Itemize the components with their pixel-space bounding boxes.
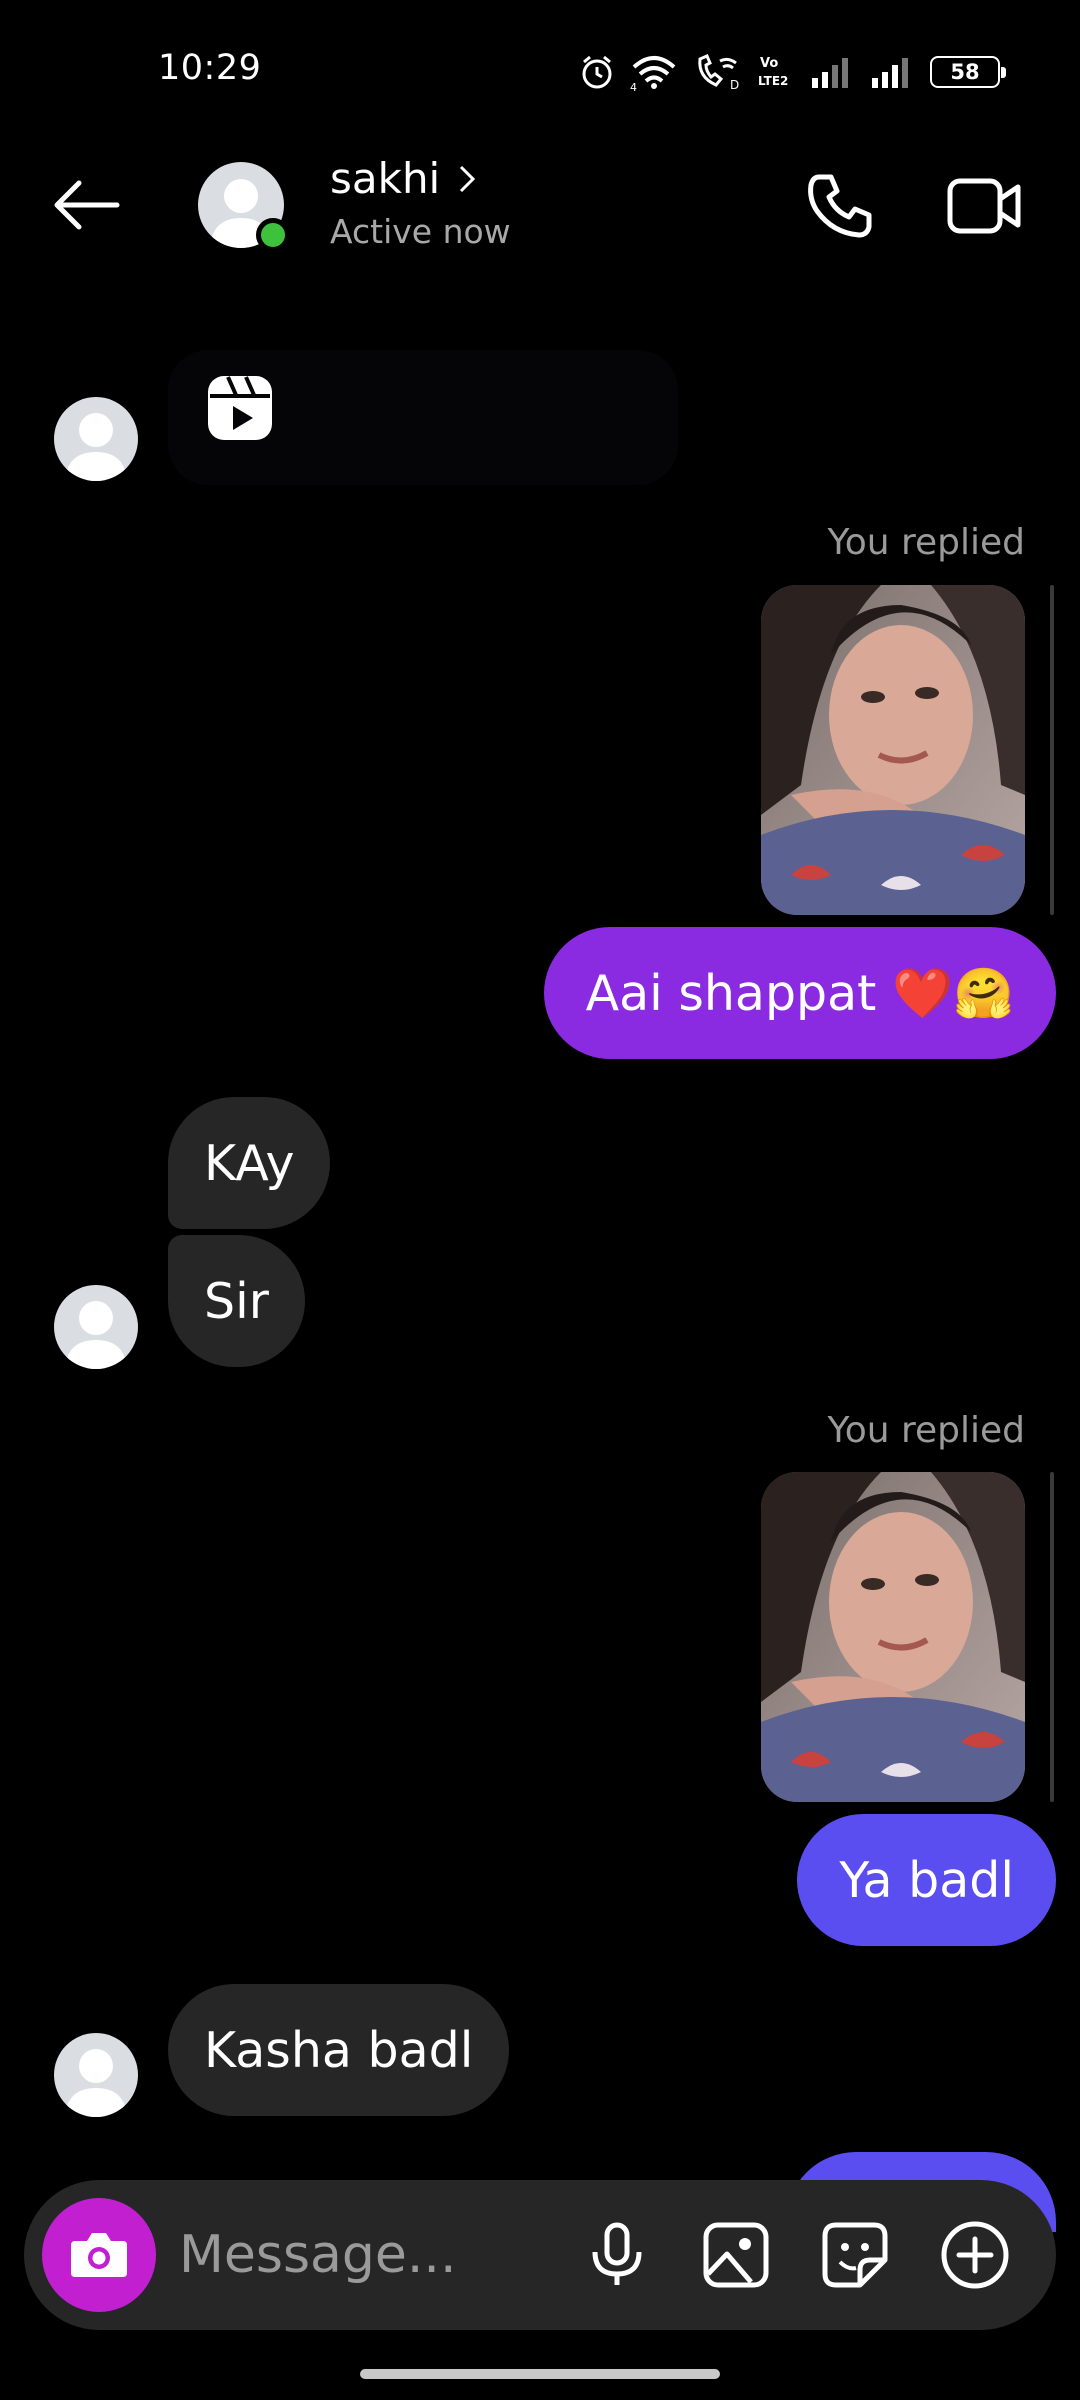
reply-indicator-bar xyxy=(1050,1472,1054,1802)
story-photo xyxy=(761,585,1025,915)
video-call-button[interactable] xyxy=(940,166,1030,246)
status-icons: 4 D Vo LTE2 58 xyxy=(580,50,1006,94)
shared-reel-message[interactable] xyxy=(168,350,678,485)
home-indicator[interactable] xyxy=(360,2369,720,2379)
sender-avatar[interactable] xyxy=(54,1285,138,1369)
replied-story-thumbnail[interactable] xyxy=(761,1472,1025,1802)
sticker-button[interactable] xyxy=(808,2208,902,2302)
battery-icon: 58 xyxy=(930,56,1006,88)
reply-label: You replied xyxy=(827,1410,1025,1451)
message-input[interactable] xyxy=(179,2210,579,2300)
gallery-icon xyxy=(703,2222,769,2288)
wifi-calling-icon: D xyxy=(698,54,739,91)
svg-text:4: 4 xyxy=(630,81,637,91)
reel-icon xyxy=(208,376,272,440)
status-time: 10:29 xyxy=(158,48,262,88)
outgoing-message[interactable]: Aai shappat ❤️🤗 xyxy=(543,927,1056,1059)
volte-icon: Vo LTE2 xyxy=(758,56,788,88)
chat-screen: 10:29 4 D Vo LTE2 58 sakhi Active now Yo… xyxy=(0,0,1080,2400)
svg-text:Vo: Vo xyxy=(760,56,778,71)
sender-avatar[interactable] xyxy=(54,397,138,481)
contact-name: sakhi xyxy=(330,154,441,203)
default-avatar-icon xyxy=(65,2049,127,2117)
more-options-button[interactable] xyxy=(928,2208,1022,2302)
contact-name-link[interactable]: sakhi xyxy=(330,154,476,203)
back-button[interactable] xyxy=(40,170,130,240)
signal-icon xyxy=(812,58,848,88)
alarm-icon xyxy=(582,55,612,89)
contact-status: Active now xyxy=(330,212,511,251)
voice-message-button[interactable] xyxy=(570,2208,664,2302)
incoming-message[interactable]: KAy xyxy=(168,1097,331,1229)
plus-circle-icon xyxy=(941,2221,1009,2289)
back-arrow-icon xyxy=(54,180,120,230)
incoming-message[interactable]: Kasha badl xyxy=(168,1984,510,2116)
sender-avatar[interactable] xyxy=(54,2033,138,2117)
default-avatar-icon xyxy=(65,1301,127,1369)
microphone-icon xyxy=(592,2222,642,2285)
message-composer xyxy=(24,2180,1056,2330)
reply-label: You replied xyxy=(827,522,1025,563)
audio-call-button[interactable] xyxy=(800,166,880,246)
svg-text:D: D xyxy=(730,78,739,91)
camera-icon xyxy=(71,2233,127,2277)
wifi-icon: 4 xyxy=(630,56,676,91)
phone-icon xyxy=(808,174,872,238)
reply-indicator-bar xyxy=(1050,585,1054,915)
default-avatar-icon xyxy=(65,413,127,481)
story-photo xyxy=(761,1472,1025,1802)
outgoing-message[interactable]: Ya badl xyxy=(797,1814,1056,1946)
sticker-icon xyxy=(822,2222,888,2288)
contact-avatar[interactable] xyxy=(198,162,290,252)
battery-level: 58 xyxy=(950,60,980,84)
online-indicator xyxy=(256,218,290,252)
video-camera-icon xyxy=(947,178,1021,234)
gallery-button[interactable] xyxy=(689,2208,783,2302)
chevron-right-icon xyxy=(460,165,476,192)
incoming-message[interactable]: Sir xyxy=(168,1235,305,1367)
signal-icon xyxy=(872,58,908,88)
camera-button[interactable] xyxy=(42,2198,156,2312)
svg-text:LTE2: LTE2 xyxy=(758,74,788,88)
replied-story-thumbnail[interactable] xyxy=(761,585,1025,915)
chat-header: sakhi Active now xyxy=(0,150,1080,260)
status-bar: 10:29 4 D Vo LTE2 58 xyxy=(0,0,1080,140)
